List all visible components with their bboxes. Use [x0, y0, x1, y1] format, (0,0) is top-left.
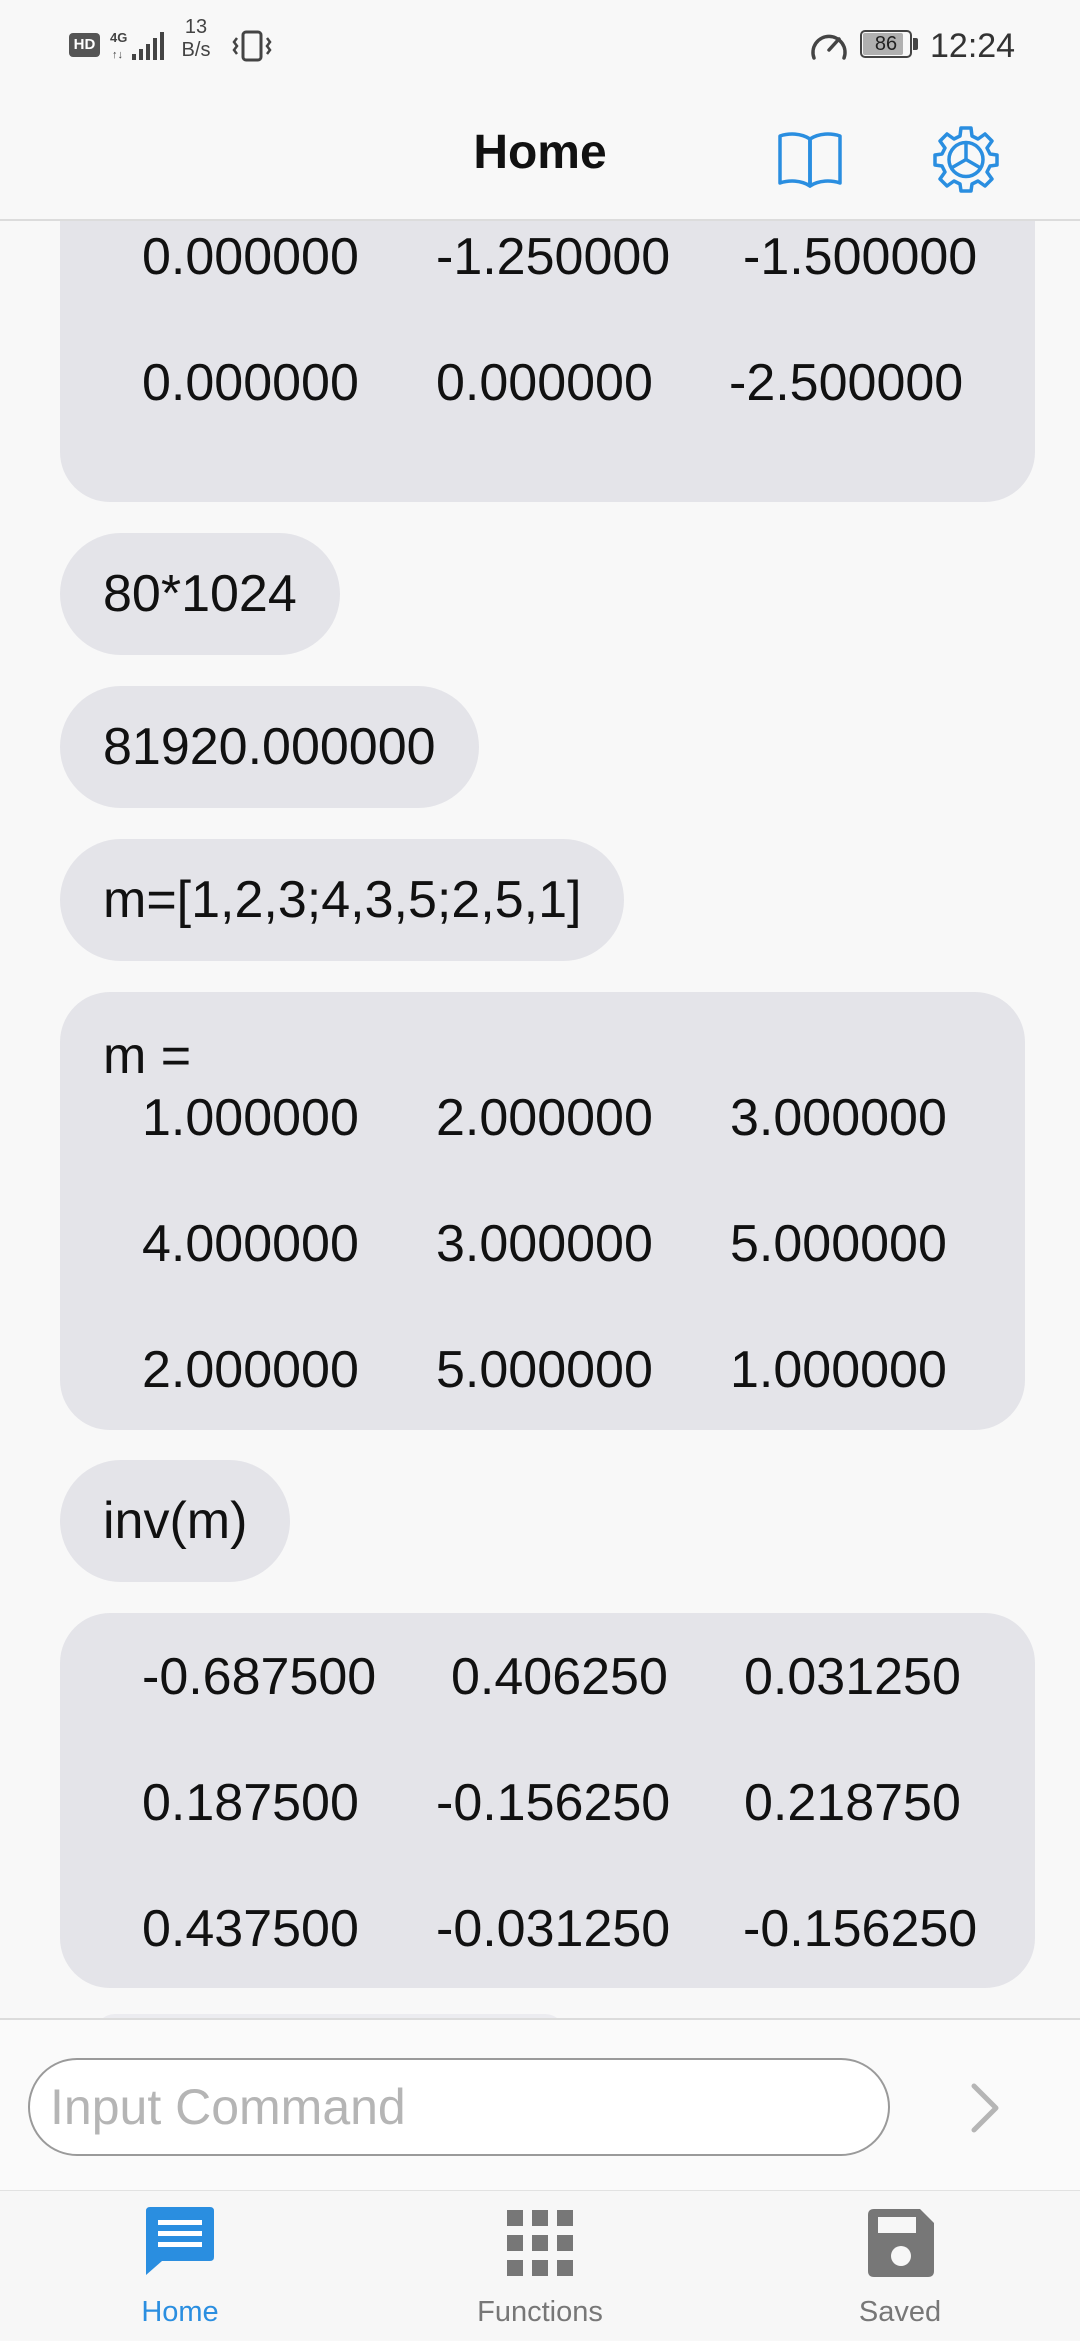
matrix-cell: 3.000000: [730, 1089, 947, 1147]
nav-label: Home: [141, 2296, 219, 2328]
app-header: Home: [0, 95, 1080, 221]
matrix-cell: 5.000000: [436, 1341, 653, 1399]
status-bar: HD 4G ↑↓ 13 B/s 86 12:24: [0, 0, 1080, 95]
command-bubble[interactable]: m=[1,2,3;4,3,5;2,5,1]: [60, 839, 625, 961]
battery-level: 86: [874, 33, 898, 55]
vibrate-icon: [232, 30, 272, 62]
matrix-cell: 0.000000: [142, 228, 359, 286]
matrix-cell: -1.250000: [436, 228, 671, 286]
hd-badge: HD: [69, 33, 100, 57]
result-bubble: m = 1.000000 2.000000 3.000000 4.000000 …: [60, 992, 1025, 1430]
svg-text:↑↓: ↑↓: [112, 49, 123, 61]
nav-saved[interactable]: Saved: [770, 2191, 1030, 2341]
bottom-nav: Home Functions Saved: [0, 2190, 1080, 2340]
speed-unit: B/s: [181, 39, 211, 61]
command-bar: [0, 2018, 1080, 2190]
matrix-cell: 0.218750: [744, 1774, 961, 1832]
matrix-cell: 0.437500: [142, 1900, 359, 1958]
matrix-cell: -0.156250: [436, 1774, 671, 1832]
matrix-cell: -0.687500: [142, 1648, 377, 1706]
matrix-cell: 0.406250: [451, 1648, 668, 1706]
matrix-cell: -2.500000: [729, 354, 964, 412]
matrix-cell: -1.500000: [743, 228, 978, 286]
battery-icon: 86: [860, 30, 920, 60]
matrix-cell: -0.031250: [436, 1900, 671, 1958]
matrix-cell: 2.000000: [142, 1341, 359, 1399]
chat-icon: [146, 2207, 214, 2275]
matrix-cell: 3.000000: [436, 1215, 653, 1273]
matrix-cell: 0.031250: [744, 1648, 961, 1706]
matrix-label: m =: [103, 1027, 192, 1085]
matrix-cell: -0.156250: [743, 1900, 978, 1958]
result-bubble[interactable]: 81920.000000: [60, 686, 479, 808]
matrix-cell: 0.000000: [436, 354, 653, 412]
matrix-cell: 1.000000: [730, 1341, 947, 1399]
command-input[interactable]: [28, 2058, 890, 2156]
signal-icon: 4G ↑↓: [110, 30, 164, 61]
book-icon[interactable]: [775, 129, 845, 189]
save-icon: [868, 2209, 934, 2277]
speed-value: 13: [184, 16, 208, 38]
matrix-cell: 5.000000: [730, 1215, 947, 1273]
matrix-cell: 0.000000: [142, 354, 359, 412]
speedometer-icon: [811, 34, 847, 60]
history-list[interactable]: 0.000000 -1.250000 -1.500000 0.000000 0.…: [0, 221, 1080, 2018]
result-bubble: 0.000000 -1.250000 -1.500000 0.000000 0.…: [60, 221, 1035, 502]
send-chevron-icon[interactable]: [960, 2078, 1010, 2138]
clock: 12:24: [930, 27, 1016, 65]
result-bubble: -0.687500 0.406250 0.031250 0.187500 -0.…: [60, 1613, 1035, 1988]
nav-functions[interactable]: Functions: [410, 2191, 670, 2341]
network-speed: 13 B/s: [175, 16, 217, 62]
nav-label: Functions: [477, 2296, 603, 2328]
command-bubble[interactable]: 80*1024: [60, 533, 340, 655]
matrix-cell: 4.000000: [142, 1215, 359, 1273]
nav-home[interactable]: Home: [50, 2191, 310, 2341]
svg-text:4G: 4G: [110, 30, 127, 45]
nav-label: Saved: [858, 2296, 942, 2328]
command-bubble[interactable]: inv(m): [60, 1460, 291, 1582]
page-title: Home: [473, 126, 607, 179]
matrix-cell: 0.187500: [142, 1774, 359, 1832]
grid-icon: [507, 2210, 573, 2276]
gear-icon[interactable]: [930, 123, 1002, 195]
matrix-cell: 2.000000: [436, 1089, 653, 1147]
matrix-cell: 1.000000: [142, 1089, 359, 1147]
